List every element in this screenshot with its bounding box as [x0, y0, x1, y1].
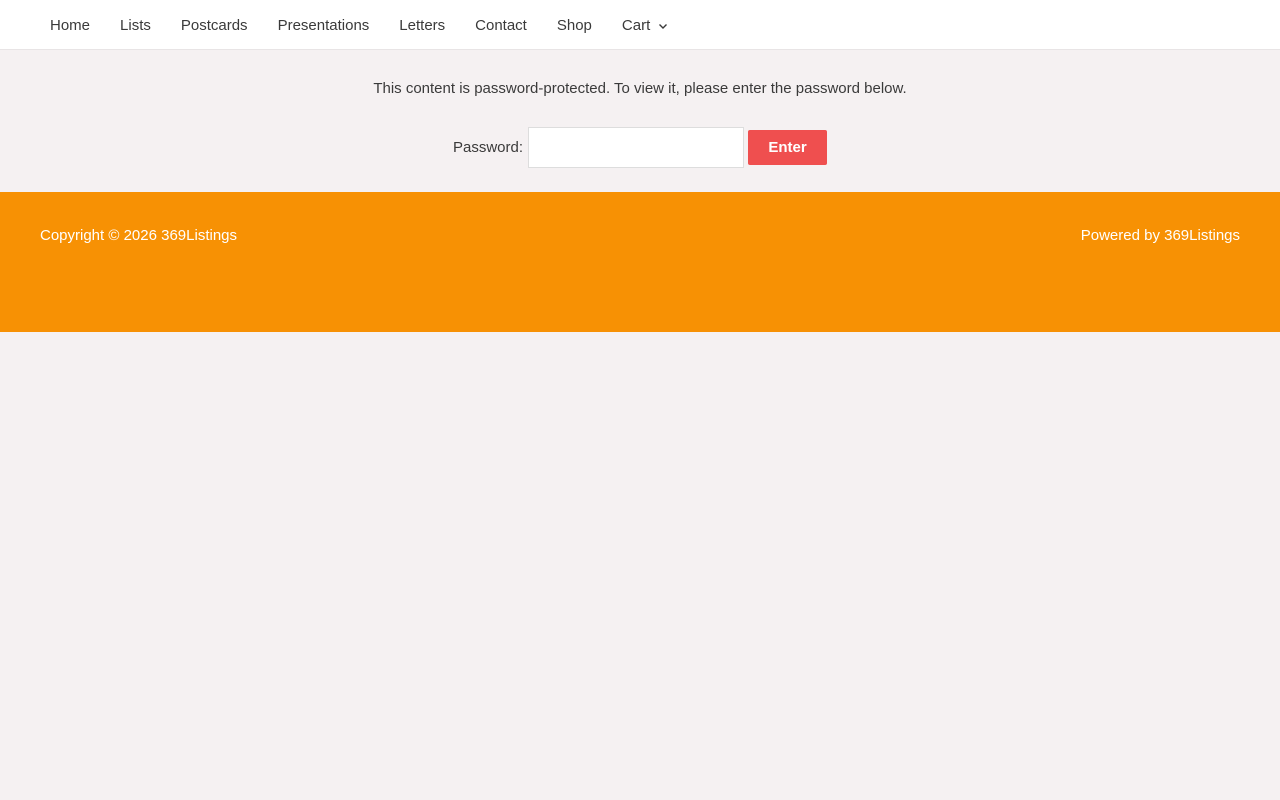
nav-item-postcards[interactable]: Postcards [166, 0, 263, 50]
nav-item-lists[interactable]: Lists [105, 0, 166, 50]
chevron-down-icon[interactable] [658, 21, 668, 31]
main-content: This content is password-protected. To v… [0, 50, 1280, 192]
nav-item-presentations[interactable]: Presentations [263, 0, 385, 50]
protected-message: This content is password-protected. To v… [373, 80, 907, 97]
powered-by-text: Powered by 369Listings [1080, 227, 1240, 244]
copyright-text: Copyright © 2026 369Listings [40, 227, 238, 244]
nav-item-contact[interactable]: Contact [460, 0, 542, 50]
site-header: Home Lists Postcards Presentations Lette… [0, 0, 1280, 50]
password-form: Password: Enter [0, 127, 1280, 168]
password-label: Password: [452, 139, 524, 156]
password-input[interactable] [528, 127, 745, 168]
nav-item-letters[interactable]: Letters [384, 0, 460, 50]
primary-nav: Home Lists Postcards Presentations Lette… [35, 0, 683, 50]
nav-item-cart[interactable]: Cart [607, 0, 683, 50]
enter-button[interactable]: Enter [748, 130, 828, 165]
site-footer: Copyright © 2026 369Listings Powered by … [0, 192, 1280, 332]
nav-item-cart-label: Cart [621, 16, 651, 34]
nav-item-home[interactable]: Home [35, 0, 105, 50]
nav-item-shop[interactable]: Shop [542, 0, 607, 50]
